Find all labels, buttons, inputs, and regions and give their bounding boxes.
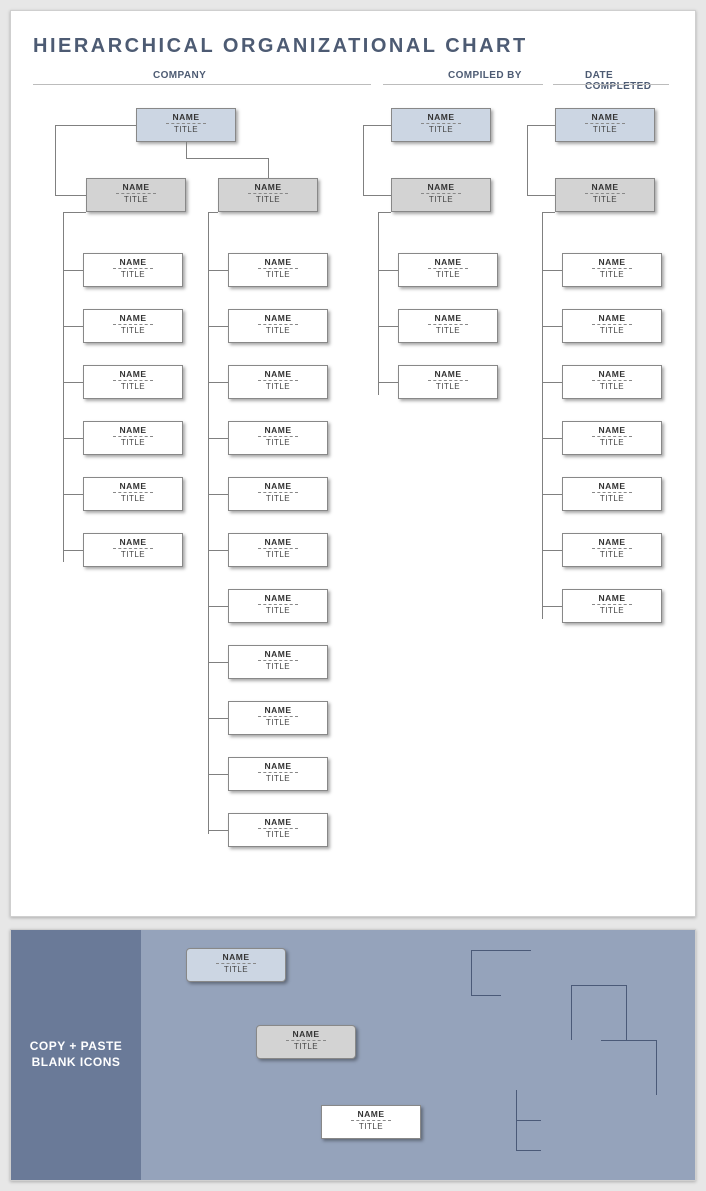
org-chart-page: HIERARCHICAL ORGANIZATIONAL CHART COMPAN… [10,10,696,917]
leaf-box[interactable]: NAMETITLE [83,421,183,455]
manager-box-b[interactable]: NAMETITLE [218,178,318,212]
leaf-box[interactable]: NAMETITLE [83,533,183,567]
connector-line[interactable] [656,1040,657,1095]
icon-palette: NAMETITLE NAMETITLE NAMETITLE [141,930,695,1180]
leaf-box[interactable]: NAMETITLE [562,477,662,511]
leaf-box[interactable]: NAMETITLE [562,421,662,455]
copy-paste-panel: COPY + PASTEBLANK ICONS NAMETITLE NAMETI… [10,929,696,1181]
leaf-box[interactable]: NAMETITLE [228,813,328,847]
leaf-box[interactable]: NAMETITLE [228,477,328,511]
manager-box-a[interactable]: NAMETITLE [86,178,186,212]
header-company: COMPANY [153,70,206,81]
leaf-box[interactable]: NAMETITLE [562,309,662,343]
leaf-box[interactable]: NAMETITLE [228,309,328,343]
leaf-box[interactable]: NAMETITLE [398,253,498,287]
root-box-1[interactable]: NAMETITLE [136,108,236,142]
template-box-blue[interactable]: NAMETITLE [186,948,286,982]
leaf-box[interactable]: NAMETITLE [228,253,328,287]
header-compiled-by: COMPILED BY [448,70,522,81]
header-date-completed: DATE COMPLETED [585,70,673,92]
leaf-box[interactable]: NAMETITLE [228,757,328,791]
root-box-3[interactable]: NAMETITLE [555,108,655,142]
leaf-box[interactable]: NAMETITLE [228,701,328,735]
page-title: HIERARCHICAL ORGANIZATIONAL CHART [33,35,673,58]
leaf-box[interactable]: NAMETITLE [228,645,328,679]
leaf-box[interactable]: NAMETITLE [228,533,328,567]
leaf-box[interactable]: NAMETITLE [398,309,498,343]
leaf-box[interactable]: NAMETITLE [562,365,662,399]
connector-line[interactable] [516,1150,541,1151]
connector-line[interactable] [571,985,572,1040]
leaf-box[interactable]: NAMETITLE [562,533,662,567]
panel-heading: COPY + PASTEBLANK ICONS [30,1039,123,1070]
connector-line[interactable] [471,950,531,951]
panel-label: COPY + PASTEBLANK ICONS [11,930,141,1180]
leaf-box[interactable]: NAMETITLE [83,477,183,511]
manager-box-c[interactable]: NAMETITLE [391,178,491,212]
manager-box-d[interactable]: NAMETITLE [555,178,655,212]
leaf-box[interactable]: NAMETITLE [228,589,328,623]
template-box-white[interactable]: NAMETITLE [321,1105,421,1139]
root-box-2[interactable]: NAMETITLE [391,108,491,142]
leaf-box[interactable]: NAMETITLE [228,365,328,399]
connector-line[interactable] [601,1040,656,1041]
leaf-box[interactable]: NAMETITLE [228,421,328,455]
chart-canvas: NAMETITLE NAMETITLE NAMETITLE [33,100,673,890]
connector-line[interactable] [471,950,472,995]
connector-line[interactable] [571,985,626,986]
leaf-box[interactable]: NAMETITLE [83,253,183,287]
leaf-box[interactable]: NAMETITLE [398,365,498,399]
connector-line[interactable] [516,1120,541,1121]
connector-line[interactable] [471,995,501,996]
leaf-box[interactable]: NAMETITLE [83,309,183,343]
leaf-box[interactable]: NAMETITLE [562,589,662,623]
leaf-box[interactable]: NAMETITLE [562,253,662,287]
leaf-box[interactable]: NAMETITLE [83,365,183,399]
template-box-grey[interactable]: NAMETITLE [256,1025,356,1059]
connector-line[interactable] [626,985,627,1040]
header-row: COMPANY COMPILED BY DATE COMPLETED [33,68,673,90]
